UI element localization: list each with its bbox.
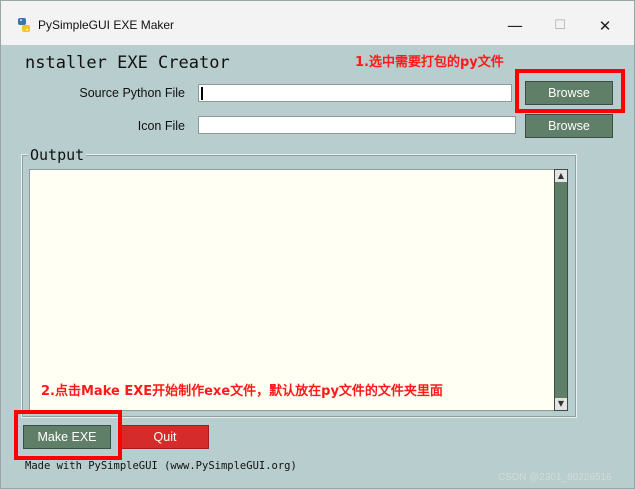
annotation-step-1: 1.选中需要打包的py文件 [355, 55, 504, 70]
arrow-down-icon[interactable]: ▼ [555, 398, 567, 410]
browse-icon-button[interactable]: Browse [525, 114, 613, 138]
source-file-input[interactable] [198, 84, 512, 102]
icon-file-label: Icon File [137, 119, 185, 133]
title-bar: PySimpleGUI EXE Maker — ☐ ✕ [1, 1, 634, 45]
output-scrollbar[interactable]: ▲ ▼ [554, 169, 568, 411]
icon-file-input[interactable] [198, 116, 516, 134]
window-title: PySimpleGUI EXE Maker [38, 18, 175, 32]
output-textarea[interactable] [29, 169, 555, 411]
quit-button[interactable]: Quit [121, 425, 209, 449]
maximize-button[interactable]: ☐ [537, 11, 583, 41]
app-window: PySimpleGUI EXE Maker — ☐ ✕ nstaller EXE… [0, 0, 635, 489]
highlight-box-make-exe [14, 410, 122, 460]
minimize-button[interactable]: — [492, 11, 538, 41]
highlight-box-browse [515, 69, 625, 113]
page-title: nstaller EXE Creator [25, 53, 230, 73]
python-logo-icon [18, 18, 30, 32]
output-frame-title: Output [28, 146, 87, 164]
source-file-label: Source Python File [79, 86, 185, 100]
arrow-up-icon[interactable]: ▲ [555, 170, 567, 182]
annotation-step-2: 2.点击Make EXE开始制作exe文件，默认放在py文件的文件夹里面 [41, 384, 443, 399]
close-button[interactable]: ✕ [582, 11, 628, 41]
footer-credit: Made with PySimpleGUI (www.PySimpleGUI.o… [25, 460, 297, 472]
watermark: CSDN @2301_80226516 [498, 472, 612, 483]
